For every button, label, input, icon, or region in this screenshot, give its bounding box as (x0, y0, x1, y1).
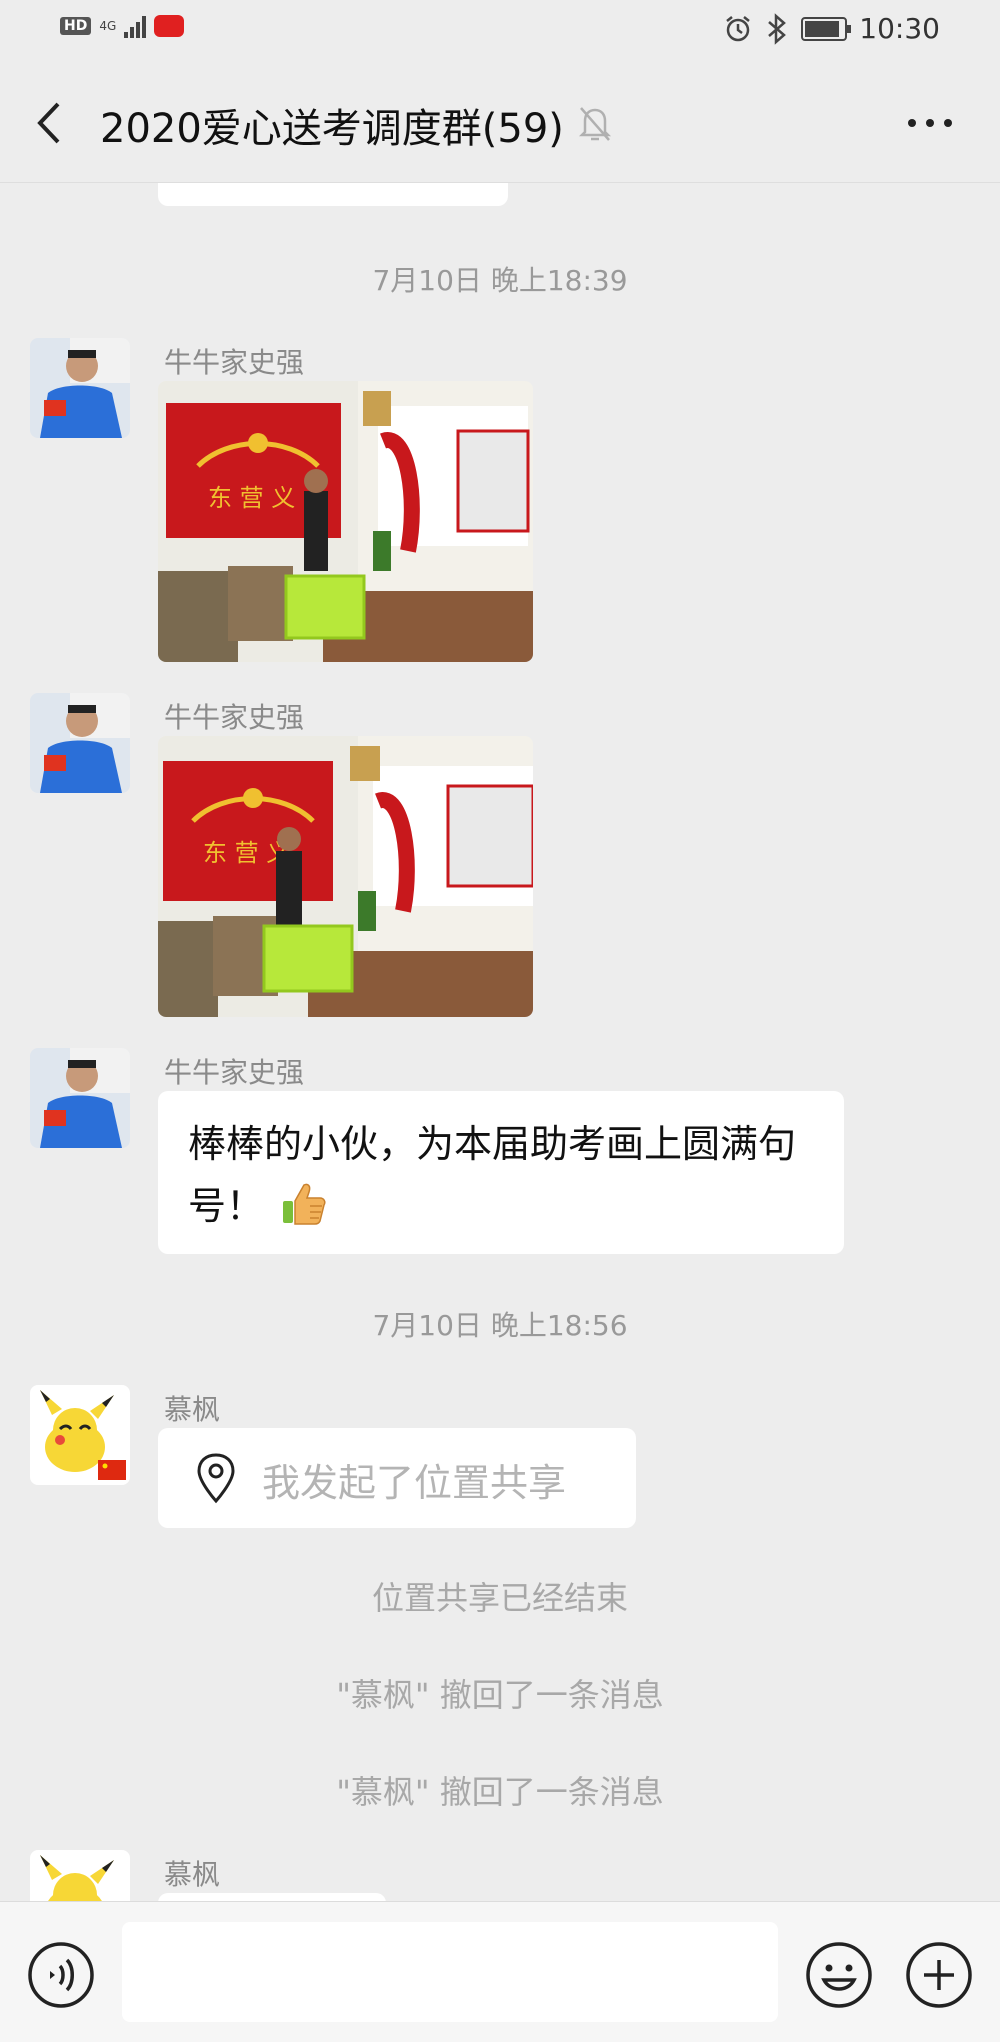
text-message-bubble[interactable]: 棒棒的小伙，为本届助考画上圆满句号！ (158, 1091, 844, 1254)
app-notification-icon (154, 15, 185, 37)
muted-bell-icon (578, 107, 612, 141)
avatar[interactable] (30, 1385, 130, 1485)
recall-notice: "慕枫" 撤回了一条消息 (336, 1773, 664, 1811)
back-chevron-icon[interactable] (30, 98, 70, 148)
more-dots-icon[interactable] (900, 108, 960, 138)
status-bar: HD 4G 10:30 (0, 0, 1000, 62)
previous-message-bubble[interactable] (158, 183, 508, 206)
volunteer-with-green-box-photo[interactable]: 东 营 义 (158, 381, 533, 662)
status-left: HD 4G (60, 14, 185, 38)
alarm-icon (726, 15, 751, 41)
bluetooth-icon (768, 12, 787, 45)
plus-icon[interactable] (904, 1940, 974, 2010)
system-notice: 位置共享已经结束 (371, 1579, 628, 1617)
avatar[interactable] (30, 1048, 130, 1148)
sender-name: 牛牛家史强 (164, 346, 305, 379)
sender-name: 牛牛家史强 (164, 701, 305, 734)
sender-name: 慕枫 (164, 1393, 221, 1426)
emoji-icon[interactable] (804, 1940, 874, 2010)
timestamp: 7月10日 晚上18:56 (372, 1309, 628, 1342)
status-right: 10:30 (723, 12, 940, 45)
network-label: 4G (99, 19, 117, 33)
location-share-bubble[interactable]: 我发起了位置共享 (158, 1428, 636, 1528)
sender-name: 慕枫 (164, 1858, 221, 1891)
voice-icon[interactable] (26, 1940, 96, 2010)
thumbs-up-icon (283, 1183, 326, 1225)
avatar[interactable] (30, 1850, 130, 1901)
sender-name: 牛牛家史强 (164, 1056, 305, 1089)
hd-badge: HD (60, 17, 92, 35)
avatar[interactable] (30, 693, 130, 793)
volunteer-with-green-box-photo[interactable]: 东 营 义 (158, 736, 533, 1017)
title-bar: 2020爱心送考调度群(59) (0, 62, 1000, 183)
recall-notice: "慕枫" 撤回了一条消息 (336, 1676, 664, 1714)
location-pin-icon (197, 1453, 235, 1504)
avatar[interactable] (30, 338, 130, 438)
status-time: 10:30 (859, 12, 940, 45)
battery-fill (805, 20, 840, 37)
message-text-wrap: 棒棒的小伙，为本届助考画上圆满句号！ (188, 1113, 828, 1237)
battery-icon (801, 16, 852, 41)
message-input[interactable] (122, 1922, 778, 2022)
timestamp: 7月10日 晚上18:39 (372, 264, 628, 297)
svg-text:东 营 义: 东 营 义 (208, 484, 295, 512)
signal-icon (124, 14, 147, 38)
location-share-text: 我发起了位置共享 (262, 1461, 567, 1505)
chat-title: 2020爱心送考调度群(59) (100, 106, 564, 152)
chat-messages[interactable]: 7月10日 晚上18:39 牛牛家史强 东 营 义 牛牛家史强 东 营 义 牛牛… (0, 183, 1000, 1901)
input-bar (0, 1901, 1000, 2042)
partial-message-bubble[interactable] (158, 1893, 386, 1901)
